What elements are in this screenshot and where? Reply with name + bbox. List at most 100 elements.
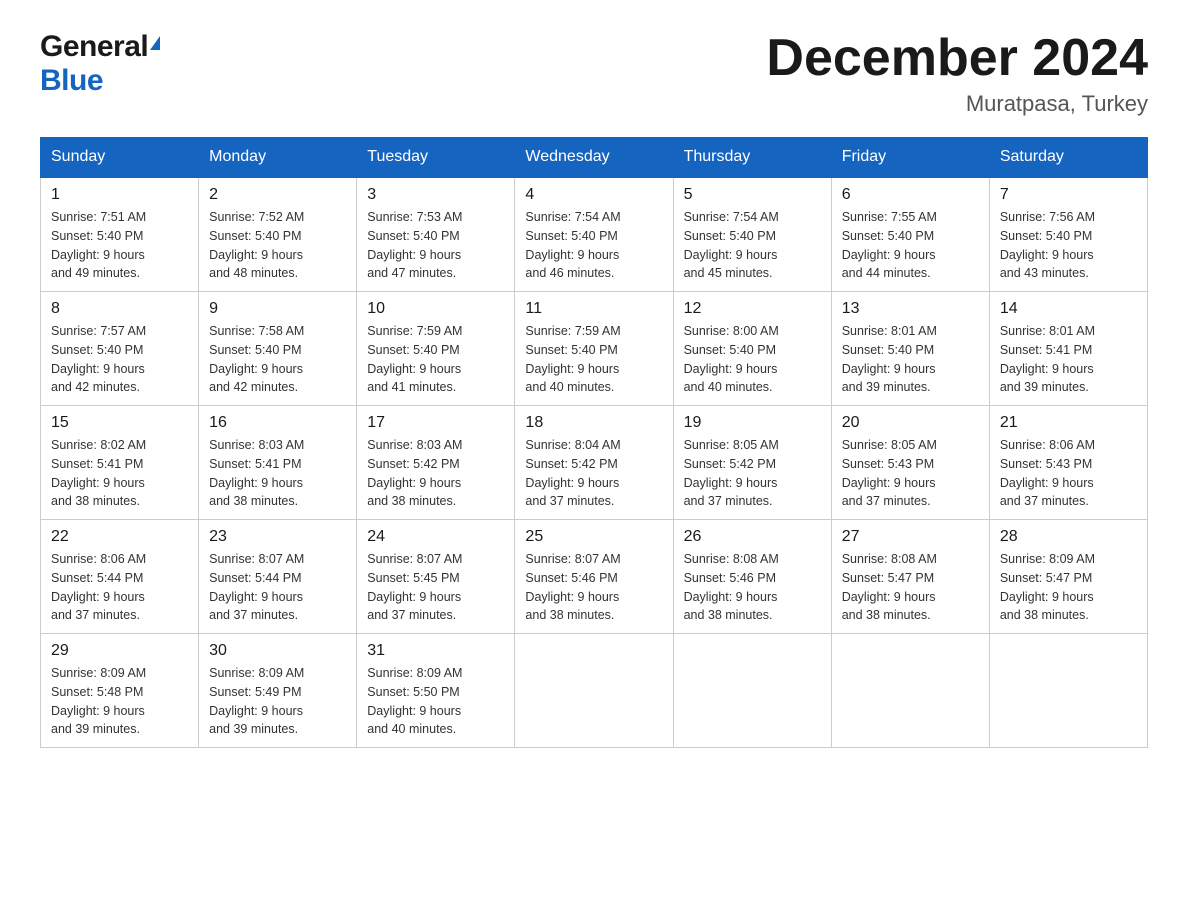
calendar-cell bbox=[673, 634, 831, 748]
day-info: Sunrise: 8:07 AMSunset: 5:46 PMDaylight:… bbox=[525, 550, 662, 625]
day-info: Sunrise: 8:05 AMSunset: 5:43 PMDaylight:… bbox=[842, 436, 979, 511]
day-info: Sunrise: 8:09 AMSunset: 5:50 PMDaylight:… bbox=[367, 664, 504, 739]
logo-blue-text: Blue bbox=[40, 64, 103, 97]
calendar-cell: 2 Sunrise: 7:52 AMSunset: 5:40 PMDaylight… bbox=[199, 177, 357, 292]
day-info: Sunrise: 8:07 AMSunset: 5:44 PMDaylight:… bbox=[209, 550, 346, 625]
calendar-cell: 4 Sunrise: 7:54 AMSunset: 5:40 PMDaylight… bbox=[515, 177, 673, 292]
day-info: Sunrise: 7:59 AMSunset: 5:40 PMDaylight:… bbox=[367, 322, 504, 397]
day-number: 25 bbox=[525, 528, 662, 546]
column-header-monday: Monday bbox=[199, 138, 357, 178]
calendar-week-row: 1 Sunrise: 7:51 AMSunset: 5:40 PMDaylight… bbox=[41, 177, 1148, 292]
day-number: 12 bbox=[684, 300, 821, 318]
calendar-cell: 30 Sunrise: 8:09 AMSunset: 5:49 PMDayligh… bbox=[199, 634, 357, 748]
day-info: Sunrise: 8:09 AMSunset: 5:47 PMDaylight:… bbox=[1000, 550, 1137, 625]
calendar-cell: 15Sunrise: 8:02 AMSunset: 5:41 PMDayligh… bbox=[41, 406, 199, 520]
day-number: 27 bbox=[842, 528, 979, 546]
day-info: Sunrise: 8:07 AMSunset: 5:45 PMDaylight:… bbox=[367, 550, 504, 625]
calendar-cell: 6Sunrise: 7:55 AMSunset: 5:40 PMDaylight… bbox=[831, 177, 989, 292]
calendar-week-row: 15Sunrise: 8:02 AMSunset: 5:41 PMDayligh… bbox=[41, 406, 1148, 520]
calendar-cell: 3 Sunrise: 7:53 AMSunset: 5:40 PMDaylight… bbox=[357, 177, 515, 292]
calendar-cell bbox=[831, 634, 989, 748]
calendar-week-row: 22Sunrise: 8:06 AMSunset: 5:44 PMDayligh… bbox=[41, 520, 1148, 634]
calendar-cell: 23 Sunrise: 8:07 AMSunset: 5:44 PMDayligh… bbox=[199, 520, 357, 634]
page-header: General Blue December 2024 Muratpasa, Tu… bbox=[40, 30, 1148, 117]
day-number: 9 bbox=[209, 300, 346, 318]
column-header-tuesday: Tuesday bbox=[357, 138, 515, 178]
calendar-cell: 1 Sunrise: 7:51 AMSunset: 5:40 PMDaylight… bbox=[41, 177, 199, 292]
day-info: Sunrise: 7:52 AMSunset: 5:40 PMDaylight:… bbox=[209, 208, 346, 283]
calendar-cell: 17Sunrise: 8:03 AMSunset: 5:42 PMDayligh… bbox=[357, 406, 515, 520]
day-info: Sunrise: 8:06 AMSunset: 5:44 PMDaylight:… bbox=[51, 550, 188, 625]
day-info: Sunrise: 7:59 AMSunset: 5:40 PMDaylight:… bbox=[525, 322, 662, 397]
calendar-cell: 13 Sunrise: 8:01 AMSunset: 5:40 PMDayligh… bbox=[831, 292, 989, 406]
calendar-cell: 7 Sunrise: 7:56 AMSunset: 5:40 PMDaylight… bbox=[989, 177, 1147, 292]
day-number: 23 bbox=[209, 528, 346, 546]
column-header-wednesday: Wednesday bbox=[515, 138, 673, 178]
day-number: 19 bbox=[684, 414, 821, 432]
day-number: 3 bbox=[367, 186, 504, 204]
day-number: 4 bbox=[525, 186, 662, 204]
day-number: 18 bbox=[525, 414, 662, 432]
calendar-cell: 16 Sunrise: 8:03 AMSunset: 5:41 PMDayligh… bbox=[199, 406, 357, 520]
day-info: Sunrise: 7:51 AMSunset: 5:40 PMDaylight:… bbox=[51, 208, 188, 283]
calendar-cell: 9 Sunrise: 7:58 AMSunset: 5:40 PMDaylight… bbox=[199, 292, 357, 406]
day-info: Sunrise: 8:09 AMSunset: 5:49 PMDaylight:… bbox=[209, 664, 346, 739]
day-info: Sunrise: 8:05 AMSunset: 5:42 PMDaylight:… bbox=[684, 436, 821, 511]
day-number: 15 bbox=[51, 414, 188, 432]
calendar-cell: 19 Sunrise: 8:05 AMSunset: 5:42 PMDayligh… bbox=[673, 406, 831, 520]
logo-general-text: General bbox=[40, 30, 148, 64]
logo-triangle-icon bbox=[150, 36, 160, 50]
calendar-cell: 29Sunrise: 8:09 AMSunset: 5:48 PMDayligh… bbox=[41, 634, 199, 748]
day-number: 14 bbox=[1000, 300, 1137, 318]
day-info: Sunrise: 8:04 AMSunset: 5:42 PMDaylight:… bbox=[525, 436, 662, 511]
logo: General Blue bbox=[40, 30, 160, 98]
calendar-cell: 22Sunrise: 8:06 AMSunset: 5:44 PMDayligh… bbox=[41, 520, 199, 634]
day-number: 2 bbox=[209, 186, 346, 204]
day-info: Sunrise: 8:00 AMSunset: 5:40 PMDaylight:… bbox=[684, 322, 821, 397]
calendar-cell: 11Sunrise: 7:59 AMSunset: 5:40 PMDayligh… bbox=[515, 292, 673, 406]
calendar-cell: 31 Sunrise: 8:09 AMSunset: 5:50 PMDayligh… bbox=[357, 634, 515, 748]
calendar-week-row: 29Sunrise: 8:09 AMSunset: 5:48 PMDayligh… bbox=[41, 634, 1148, 748]
day-info: Sunrise: 8:03 AMSunset: 5:42 PMDaylight:… bbox=[367, 436, 504, 511]
calendar-cell: 20 Sunrise: 8:05 AMSunset: 5:43 PMDayligh… bbox=[831, 406, 989, 520]
day-info: Sunrise: 8:01 AMSunset: 5:40 PMDaylight:… bbox=[842, 322, 979, 397]
day-number: 30 bbox=[209, 642, 346, 660]
day-number: 31 bbox=[367, 642, 504, 660]
calendar-cell bbox=[515, 634, 673, 748]
calendar-cell: 21 Sunrise: 8:06 AMSunset: 5:43 PMDayligh… bbox=[989, 406, 1147, 520]
day-info: Sunrise: 8:06 AMSunset: 5:43 PMDaylight:… bbox=[1000, 436, 1137, 511]
column-header-friday: Friday bbox=[831, 138, 989, 178]
day-number: 7 bbox=[1000, 186, 1137, 204]
calendar-cell: 8Sunrise: 7:57 AMSunset: 5:40 PMDaylight… bbox=[41, 292, 199, 406]
day-number: 16 bbox=[209, 414, 346, 432]
month-title: December 2024 bbox=[766, 30, 1148, 87]
day-info: Sunrise: 7:56 AMSunset: 5:40 PMDaylight:… bbox=[1000, 208, 1137, 283]
calendar-cell: 12 Sunrise: 8:00 AMSunset: 5:40 PMDayligh… bbox=[673, 292, 831, 406]
calendar-cell: 28 Sunrise: 8:09 AMSunset: 5:47 PMDayligh… bbox=[989, 520, 1147, 634]
day-info: Sunrise: 8:08 AMSunset: 5:47 PMDaylight:… bbox=[842, 550, 979, 625]
day-info: Sunrise: 8:03 AMSunset: 5:41 PMDaylight:… bbox=[209, 436, 346, 511]
day-number: 5 bbox=[684, 186, 821, 204]
calendar-body: 1 Sunrise: 7:51 AMSunset: 5:40 PMDaylight… bbox=[41, 177, 1148, 748]
day-number: 29 bbox=[51, 642, 188, 660]
day-number: 28 bbox=[1000, 528, 1137, 546]
calendar-cell: 24 Sunrise: 8:07 AMSunset: 5:45 PMDayligh… bbox=[357, 520, 515, 634]
calendar-table: SundayMondayTuesdayWednesdayThursdayFrid… bbox=[40, 137, 1148, 748]
day-number: 1 bbox=[51, 186, 188, 204]
day-number: 20 bbox=[842, 414, 979, 432]
day-info: Sunrise: 7:53 AMSunset: 5:40 PMDaylight:… bbox=[367, 208, 504, 283]
calendar-header-row: SundayMondayTuesdayWednesdayThursdayFrid… bbox=[41, 138, 1148, 178]
day-number: 8 bbox=[51, 300, 188, 318]
day-number: 13 bbox=[842, 300, 979, 318]
day-number: 24 bbox=[367, 528, 504, 546]
day-number: 6 bbox=[842, 186, 979, 204]
calendar-cell: 18 Sunrise: 8:04 AMSunset: 5:42 PMDayligh… bbox=[515, 406, 673, 520]
day-info: Sunrise: 7:54 AMSunset: 5:40 PMDaylight:… bbox=[684, 208, 821, 283]
day-info: Sunrise: 7:58 AMSunset: 5:40 PMDaylight:… bbox=[209, 322, 346, 397]
day-info: Sunrise: 8:08 AMSunset: 5:46 PMDaylight:… bbox=[684, 550, 821, 625]
calendar-cell: 26Sunrise: 8:08 AMSunset: 5:46 PMDayligh… bbox=[673, 520, 831, 634]
day-info: Sunrise: 7:54 AMSunset: 5:40 PMDaylight:… bbox=[525, 208, 662, 283]
day-number: 10 bbox=[367, 300, 504, 318]
column-header-saturday: Saturday bbox=[989, 138, 1147, 178]
day-number: 21 bbox=[1000, 414, 1137, 432]
